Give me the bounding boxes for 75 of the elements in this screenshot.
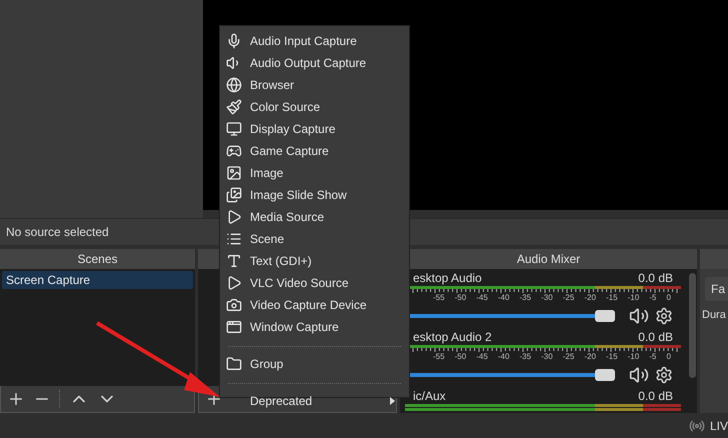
menu-item[interactable]: VLC Video Source [220,272,409,294]
scale-label: -40 [498,352,510,361]
fade-button[interactable]: Fa [705,277,728,301]
scale-label: -20 [584,293,596,302]
settings-icon[interactable] [655,366,673,384]
menu-item[interactable]: Group [220,353,409,375]
scale-label: -5 [649,293,656,302]
scale-label: 0 [666,352,671,361]
menu-item[interactable]: Display Capture [220,118,409,140]
settings-icon[interactable] [655,307,673,325]
dock-title: Scenes [77,252,118,266]
channel-reading: 0.0 dB [638,271,673,285]
duration-label: Dura [702,309,726,321]
text-icon [226,253,242,269]
context-text: No source selected [6,225,109,239]
scale-label: -10 [628,352,640,361]
play-icon [226,275,242,291]
scale-label: -25 [562,352,574,361]
globe-icon [226,77,242,93]
microphone-icon [226,33,242,49]
broadcast-icon [688,418,705,434]
scale-label: -15 [606,352,618,361]
paintbrush-icon [226,99,242,115]
menu-item[interactable]: Image [220,162,409,184]
menu-item[interactable]: Game Capture [220,140,409,162]
channel-name: ic/Aux [413,389,446,403]
window-icon [226,319,242,335]
live-status: LIV [710,418,728,432]
menu-item[interactable]: Video Capture Device [220,294,409,316]
scale-label: -50 [454,293,466,302]
camera-icon [226,297,242,313]
channel-reading: 0.0 dB [638,389,673,403]
speaker-icon[interactable] [629,365,649,385]
scale-label: -55 [433,293,445,302]
scale-label: -10 [628,293,640,302]
speaker-icon[interactable] [629,306,649,326]
channel-name: esktop Audio 2 [413,330,492,344]
menu-item[interactable]: Audio Output Capture [220,52,409,74]
submenu-arrow-icon [390,397,395,405]
menu-item[interactable]: Scene [220,228,409,250]
scrollbar[interactable] [689,273,696,378]
add-icon[interactable] [7,390,25,408]
channel-reading: 0.0 dB [638,330,673,344]
menu-item[interactable]: Color Source [220,96,409,118]
scale-label: -25 [562,293,574,302]
menu-item[interactable]: Text (GDI+) [220,250,409,272]
scale-label: -35 [520,293,532,302]
scale-label: -45 [476,352,488,361]
scale-label: 0 [666,293,671,302]
scale-label: -30 [541,293,553,302]
images-icon [226,187,242,203]
menu-item[interactable]: Browser [220,74,409,96]
channel-name: esktop Audio [413,271,482,285]
scale-label: -40 [498,293,510,302]
folder-icon [226,356,242,372]
scale-label: -15 [606,293,618,302]
list-icon [226,231,242,247]
list-entry[interactable]: Screen Capture [2,271,193,289]
scale-label: -5 [649,352,656,361]
scale-label: -30 [541,352,553,361]
gamepad-icon [226,143,242,159]
image-icon [226,165,242,181]
scale-label: -35 [520,352,532,361]
scale-label: -55 [433,352,445,361]
dock-title: Audio Mixer [516,252,580,266]
submenu-item[interactable]: Deprecated [220,390,409,412]
menu-item[interactable]: Media Source [220,206,409,228]
scale-label: -20 [584,352,596,361]
menu-item[interactable]: Image Slide Show [220,184,409,206]
menu-item[interactable]: Window Capture [220,316,409,338]
play-icon [226,209,242,225]
menu-item[interactable]: Audio Input Capture [220,30,409,52]
scale-label: -50 [454,352,466,361]
scale-label: -45 [476,293,488,302]
monitor-icon [226,121,242,137]
